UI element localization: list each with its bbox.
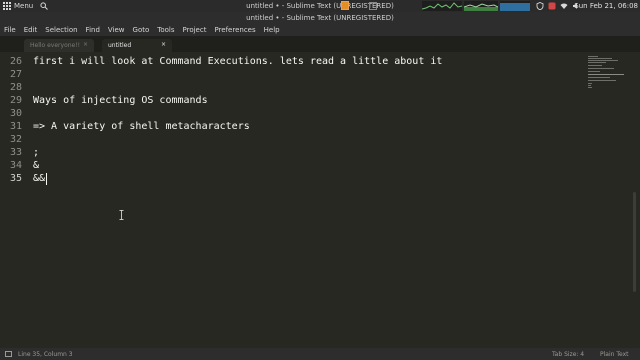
- line-number: 34: [9, 160, 22, 171]
- line-number: 32: [9, 134, 22, 145]
- shield-icon[interactable]: [536, 2, 544, 10]
- cursor-position: Line 35, Column 3: [18, 351, 73, 358]
- clock[interactable]: Sun Feb 21, 06:08: [574, 2, 638, 10]
- ibeam-cursor-icon: [119, 210, 124, 220]
- notification-icon[interactable]: [548, 2, 556, 10]
- tab-size-selector[interactable]: Tab Size: 4: [552, 351, 584, 358]
- system-panel: Menu untitled • - Sublime Text (UNREGIST…: [0, 0, 640, 12]
- window-titlebar: untitled • - Sublime Text (UNREGISTERED): [0, 12, 640, 23]
- line-number: 31: [9, 121, 22, 132]
- panel-toggle-icon[interactable]: [5, 351, 12, 357]
- line-number: 27: [9, 69, 22, 80]
- menu-view[interactable]: View: [108, 26, 125, 34]
- editor-area[interactable]: 26 27 28 29 30 31 32 33 34 35 first i wi…: [0, 52, 640, 348]
- sublime-taskbar-icon[interactable]: [341, 1, 349, 10]
- minimap[interactable]: [588, 54, 636, 94]
- cpu-graph-icon: [422, 1, 462, 11]
- tab-bar: Hello everyone!! × untitled ×: [0, 36, 640, 52]
- line-number: 33: [9, 147, 22, 158]
- status-bar: Line 35, Column 3 Tab Size: 4 Plain Text: [0, 348, 640, 360]
- system-window-title: untitled • - Sublime Text (UNREGISTERED): [246, 2, 394, 10]
- menu-project[interactable]: Project: [183, 26, 207, 34]
- vertical-scrollbar[interactable]: [633, 192, 636, 292]
- line-number: 30: [9, 108, 22, 119]
- menu-goto[interactable]: Goto: [133, 26, 150, 34]
- tab-close-icon[interactable]: ×: [161, 41, 166, 48]
- menu-file[interactable]: File: [4, 26, 16, 34]
- code-line: &: [33, 160, 40, 171]
- code-line: &&: [33, 173, 46, 184]
- menu-find[interactable]: Find: [86, 26, 100, 34]
- line-number: 28: [9, 82, 22, 93]
- line-number: 29: [9, 95, 22, 106]
- code-line: ;: [33, 147, 40, 158]
- menu-tools[interactable]: Tools: [157, 26, 174, 34]
- menu-selection[interactable]: Selection: [45, 26, 77, 34]
- menu-edit[interactable]: Edit: [24, 26, 38, 34]
- line-number: 26: [9, 56, 22, 67]
- network-graph-icon: [464, 1, 498, 11]
- tab-label: Hello everyone!!: [30, 42, 81, 49]
- code-line: Ways of injecting OS commands: [33, 95, 208, 106]
- tab-untitled[interactable]: untitled ×: [102, 39, 172, 52]
- code-line: first i will look at Command Executions.…: [33, 56, 443, 67]
- line-number-current: 35: [9, 173, 22, 184]
- menu-help[interactable]: Help: [264, 26, 280, 34]
- syntax-selector[interactable]: Plain Text: [600, 351, 628, 358]
- text-caret: [46, 173, 47, 185]
- tab-hello-everyone[interactable]: Hello everyone!! ×: [24, 39, 94, 52]
- menubar: File Edit Selection Find View Goto Tools…: [0, 23, 640, 36]
- code-line: => A variety of shell metacharacters: [33, 121, 250, 132]
- wifi-icon[interactable]: [560, 2, 568, 10]
- terminal-taskbar-icon[interactable]: [369, 2, 377, 10]
- window-title: untitled • - Sublime Text (UNREGISTERED): [246, 14, 394, 22]
- memory-graph-icon: [500, 1, 530, 11]
- tab-close-icon[interactable]: ×: [83, 41, 88, 48]
- menu-preferences[interactable]: Preferences: [214, 26, 255, 34]
- tab-label: untitled: [108, 42, 132, 49]
